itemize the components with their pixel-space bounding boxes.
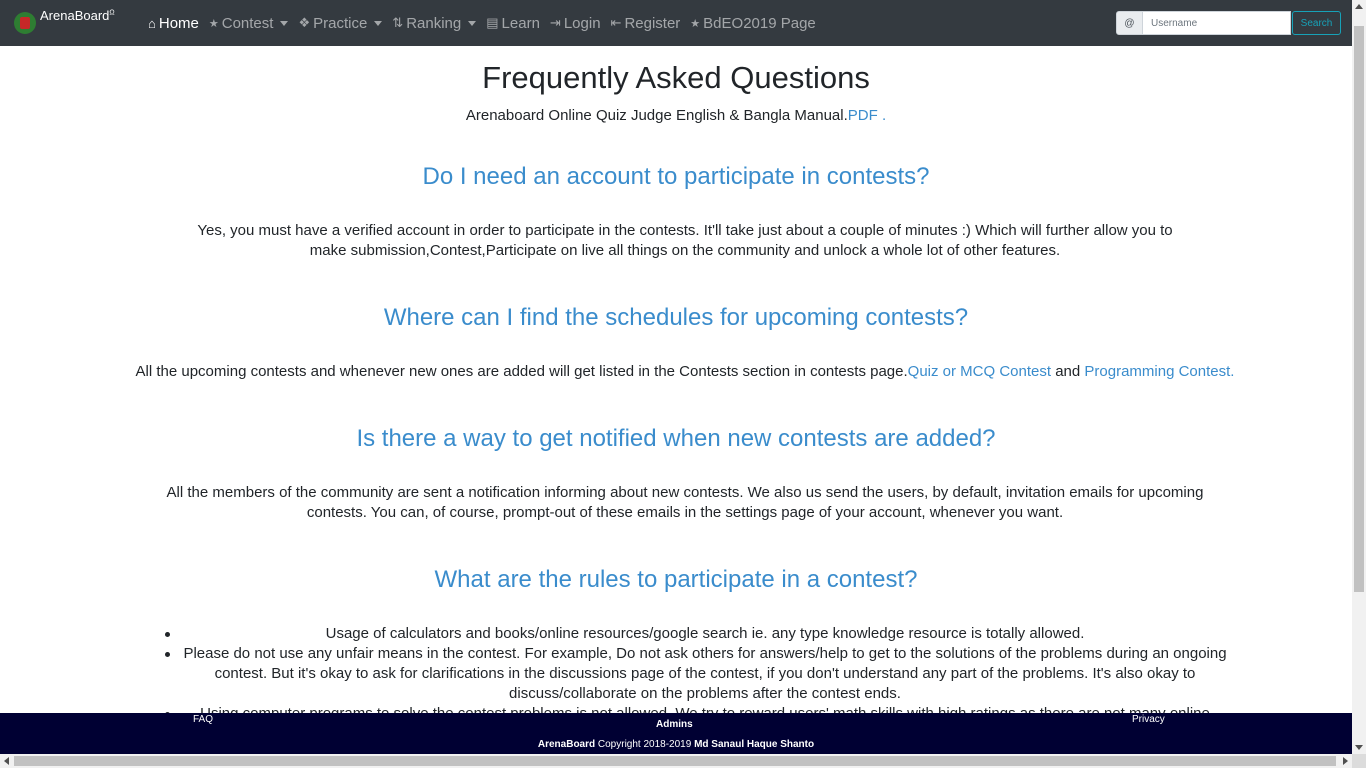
faq-answer: All the upcoming contests and whenever n… — [135, 363, 1235, 380]
footer-privacy-link[interactable]: Privacy — [1132, 714, 1165, 725]
nav-register[interactable]: ⇤ Register — [611, 15, 681, 32]
nav-practice-dropdown[interactable]: ❖ Practice — [298, 15, 383, 32]
puzzle-icon: ❖ — [298, 15, 311, 30]
quiz-mcq-contest-link[interactable]: Quiz or MCQ Contest — [908, 363, 1051, 380]
faq-question: What are the rules to participate in a c… — [434, 566, 918, 593]
scroll-right-arrow-icon[interactable] — [1343, 757, 1348, 765]
nav-ranking-dropdown[interactable]: ⇅ Ranking — [392, 15, 477, 32]
chevron-down-icon — [280, 20, 289, 26]
manual-line: Arenaboard Online Quiz Judge English & B… — [465, 107, 887, 124]
scroll-up-arrow-icon[interactable] — [1355, 4, 1363, 9]
programming-contest-link[interactable]: Programming Contest. — [1084, 363, 1234, 380]
faq-content: Frequently Asked Questions Arenaboard On… — [0, 46, 1352, 713]
nav-menu: ⌂ Home ★ Contest ❖ Practice ⇅ Ranking ▤ … — [148, 0, 826, 46]
book-icon: ▤ — [486, 15, 499, 30]
nav-home[interactable]: ⌂ Home — [148, 15, 199, 32]
footer-faq-link[interactable]: FAQ — [193, 714, 213, 725]
faq-answer: All the members of the community are sen… — [166, 484, 1204, 521]
sign-out-icon: ⇤ — [610, 15, 622, 30]
list-item: Usage of calculators and books/online re… — [165, 624, 1230, 644]
arenaboard-logo-icon — [14, 12, 36, 34]
pdf-manual-link[interactable]: PDF . — [848, 107, 886, 124]
at-prefix: @ — [1116, 11, 1143, 35]
copyright-line: ArenaBoard Copyright 2018-2019 Md Sanaul… — [537, 739, 815, 750]
trophy-icon: ★ — [208, 17, 219, 30]
trophy-icon: ★ — [690, 17, 701, 30]
sign-in-icon: ⇥ — [549, 15, 561, 30]
rules-list: Usage of calculators and books/online re… — [165, 624, 1230, 713]
list-item: Please do not use any unfair means in th… — [165, 644, 1230, 704]
faq-question: Is there a way to get notified when new … — [356, 425, 996, 452]
page-title: Frequently Asked Questions — [482, 60, 870, 95]
scrollbar-corner — [1352, 754, 1366, 768]
vertical-scroll-thumb[interactable] — [1354, 26, 1364, 592]
username-search-form: @ Search — [1116, 11, 1341, 35]
footer-admins-link[interactable]: Admins — [656, 719, 693, 730]
footer: FAQ Admins Privacy ArenaBoard Copyright … — [0, 713, 1352, 754]
home-icon: ⌂ — [148, 15, 156, 31]
faq-answer: Yes, you must have a verified account in… — [197, 222, 1173, 259]
horizontal-scroll-thumb[interactable] — [14, 756, 1336, 766]
username-search-input[interactable] — [1143, 11, 1291, 35]
chevron-down-icon — [468, 20, 477, 26]
nav-login[interactable]: ⇥ Login — [550, 15, 601, 32]
brand-name: ArenaBoardΩ — [40, 8, 115, 23]
faq-question: Do I need an account to participate in c… — [422, 163, 930, 190]
sort-icon: ⇅ — [392, 15, 404, 30]
top-navbar: ArenaBoardΩ ⌂ Home ★ Contest ❖ Practice … — [0, 0, 1352, 46]
brand-link[interactable]: ArenaBoardΩ — [14, 8, 115, 36]
list-item: Using computer programs to solve the con… — [165, 704, 1230, 713]
chevron-down-icon — [374, 20, 383, 26]
nav-bdeo2019-page[interactable]: ★ BdEO2019 Page — [690, 15, 815, 32]
faq-question: Where can I find the schedules for upcom… — [383, 304, 969, 331]
horizontal-scrollbar[interactable] — [0, 754, 1352, 768]
search-button[interactable]: Search — [1292, 11, 1341, 35]
nav-contest-dropdown[interactable]: ★ Contest — [209, 15, 289, 32]
scroll-left-arrow-icon[interactable] — [4, 757, 9, 765]
vertical-scrollbar[interactable] — [1352, 0, 1366, 754]
scroll-down-arrow-icon[interactable] — [1355, 745, 1363, 750]
nav-learn[interactable]: ▤ Learn — [486, 15, 540, 32]
